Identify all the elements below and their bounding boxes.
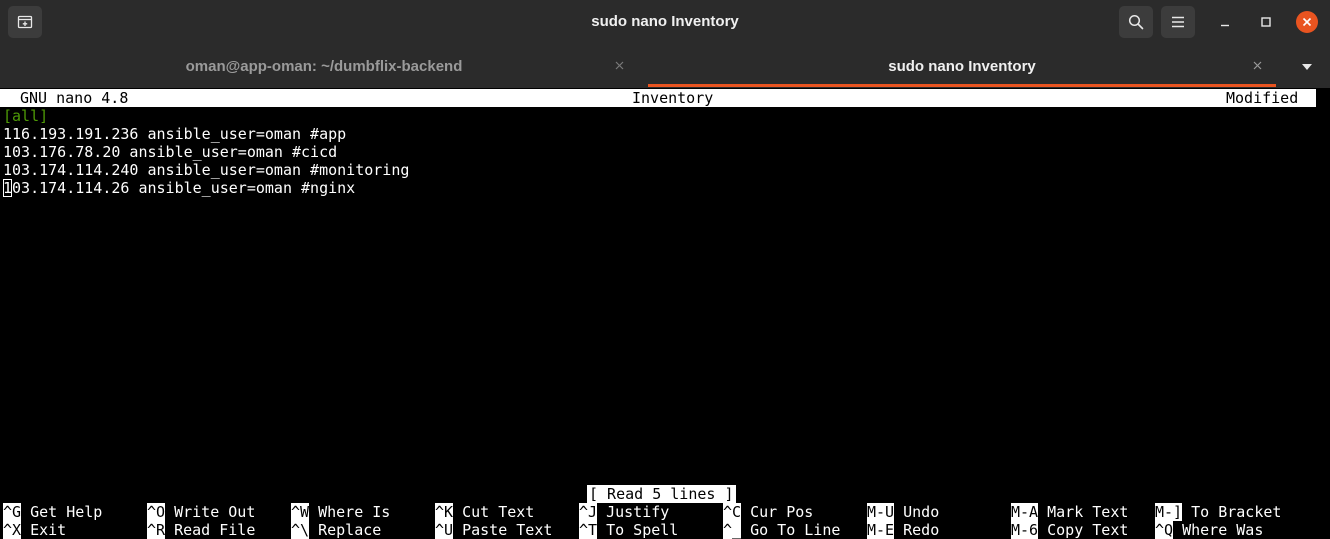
- shortcut-key: ^\: [291, 521, 310, 539]
- shortcut-key: M-A: [1011, 503, 1039, 521]
- shortcut-label: Write Out: [165, 503, 256, 521]
- shortcut-label: Cut Text: [453, 503, 535, 521]
- shortcut-item: ^K Cut Text: [435, 503, 534, 521]
- shortcut-item: M-6 Copy Text: [1011, 521, 1128, 539]
- shortcut-label: Exit: [21, 521, 67, 539]
- shortcut-item: ^\ Replace: [291, 521, 381, 539]
- nano-modified-state: Modified: [1226, 89, 1299, 107]
- header-bar: sudo nano Inventory: [0, 0, 1330, 46]
- shortcut-item: ^C Cur Pos: [723, 503, 813, 521]
- shortcut-key: ^G: [3, 503, 22, 521]
- minimize-icon: [1221, 24, 1229, 27]
- shortcut-item: M-U Undo: [867, 503, 939, 521]
- tab-bar: oman@app-oman: ~/dumbflix-backend sudo n…: [0, 46, 1330, 88]
- text-cursor: 1: [3, 179, 13, 197]
- shortcut-item: ^G Get Help: [3, 503, 102, 521]
- active-tab-indicator: [648, 84, 1276, 87]
- shortcut-item: ^Q Where Was: [1155, 521, 1263, 539]
- shortcut-item: ^X Exit: [3, 521, 66, 539]
- shortcut-label: Undo: [894, 503, 940, 521]
- shortcut-key: M-E: [867, 521, 895, 539]
- shortcut-key: ^_: [723, 521, 742, 539]
- shortcut-key: ^W: [291, 503, 310, 521]
- close-icon: [1302, 17, 1312, 27]
- tab-close-button[interactable]: [1250, 58, 1264, 72]
- shortcut-item: M-] To Bracket: [1155, 503, 1281, 521]
- shortcut-key: ^Q: [1155, 521, 1174, 539]
- shortcut-item: ^J Justify: [579, 503, 669, 521]
- shortcut-label: Get Help: [21, 503, 103, 521]
- search-icon: [1128, 14, 1144, 30]
- hamburger-menu-icon: [1172, 16, 1184, 28]
- shortcut-label: Read File: [165, 521, 256, 539]
- nano-version: GNU nano 4.8: [20, 89, 129, 107]
- shortcut-label: To Spell: [597, 521, 679, 539]
- shortcut-item: ^R Read File: [147, 521, 255, 539]
- shortcut-label: Replace: [309, 521, 382, 539]
- shortcut-item: M-E Redo: [867, 521, 939, 539]
- tab-backend-shell[interactable]: oman@app-oman: ~/dumbflix-backend: [0, 46, 648, 88]
- close-icon: [615, 61, 623, 69]
- file-line: 103.174.114.240 ansible_user=oman #monit…: [3, 161, 410, 179]
- shortcut-key: ^X: [3, 521, 22, 539]
- shortcut-key: ^K: [435, 503, 454, 521]
- shortcut-key: ^J: [579, 503, 598, 521]
- minimize-button[interactable]: [1214, 11, 1236, 33]
- shortcut-key: ^T: [579, 521, 598, 539]
- terminal-content[interactable]: GNU nano 4.8 Inventory Modified [all] 11…: [0, 88, 1330, 539]
- tab-label: oman@app-oman: ~/dumbflix-backend: [185, 58, 463, 75]
- shortcut-key: ^U: [435, 521, 454, 539]
- shortcut-label: To Bracket: [1182, 503, 1282, 521]
- tab-list-dropdown[interactable]: [1298, 60, 1316, 74]
- menu-button[interactable]: [1161, 6, 1195, 38]
- shortcut-label: Cur Pos: [741, 503, 814, 521]
- shortcut-item: ^U Paste Text: [435, 521, 552, 539]
- shortcut-key: ^O: [147, 503, 166, 521]
- shortcut-item: ^W Where Is: [291, 503, 390, 521]
- tab-nano-inventory[interactable]: sudo nano Inventory: [648, 46, 1276, 88]
- shortcut-key: ^C: [723, 503, 742, 521]
- shortcut-key: M-6: [1011, 521, 1039, 539]
- chevron-down-icon: [1302, 64, 1312, 70]
- shortcut-label: Where Is: [309, 503, 391, 521]
- shortcut-label: Where Was: [1173, 521, 1264, 539]
- maximize-button[interactable]: [1255, 11, 1277, 33]
- shortcut-item: ^O Write Out: [147, 503, 255, 521]
- line-text: 03.174.114.26 ansible_user=oman #nginx: [12, 179, 356, 197]
- close-icon: [1253, 61, 1261, 69]
- shortcut-item: ^_ Go To Line: [723, 521, 840, 539]
- file-line-current: 103.174.114.26 ansible_user=oman #nginx: [3, 179, 355, 197]
- shortcut-key: ^R: [147, 521, 166, 539]
- maximize-icon: [1261, 17, 1271, 27]
- shortcut-item: M-A Mark Text: [1011, 503, 1128, 521]
- shortcut-label: Copy Text: [1038, 521, 1129, 539]
- shortcut-label: Redo: [894, 521, 940, 539]
- nano-title-bar: GNU nano 4.8 Inventory Modified: [0, 89, 1316, 107]
- file-line: 103.176.78.20 ansible_user=oman #cicd: [3, 143, 338, 161]
- shortcut-key: M-U: [867, 503, 895, 521]
- shortcut-label: Paste Text: [453, 521, 553, 539]
- shortcut-label: Go To Line: [741, 521, 841, 539]
- tab-close-button[interactable]: [612, 58, 626, 72]
- terminal-window: sudo nano Inventory oman@app-oman: ~/dum…: [0, 0, 1330, 539]
- tab-label: sudo nano Inventory: [888, 58, 1036, 75]
- search-button[interactable]: [1119, 6, 1153, 38]
- shortcut-label: Mark Text: [1038, 503, 1129, 521]
- shortcut-label: Justify: [597, 503, 670, 521]
- nano-filename: Inventory: [632, 89, 714, 107]
- shortcut-key: M-]: [1155, 503, 1183, 521]
- close-window-button[interactable]: [1296, 11, 1318, 33]
- shortcut-item: ^T To Spell: [579, 521, 678, 539]
- file-line: [all]: [3, 107, 49, 125]
- status-message: [ Read 5 lines ]: [587, 485, 736, 503]
- file-line: 116.193.191.236 ansible_user=oman #app: [3, 125, 347, 143]
